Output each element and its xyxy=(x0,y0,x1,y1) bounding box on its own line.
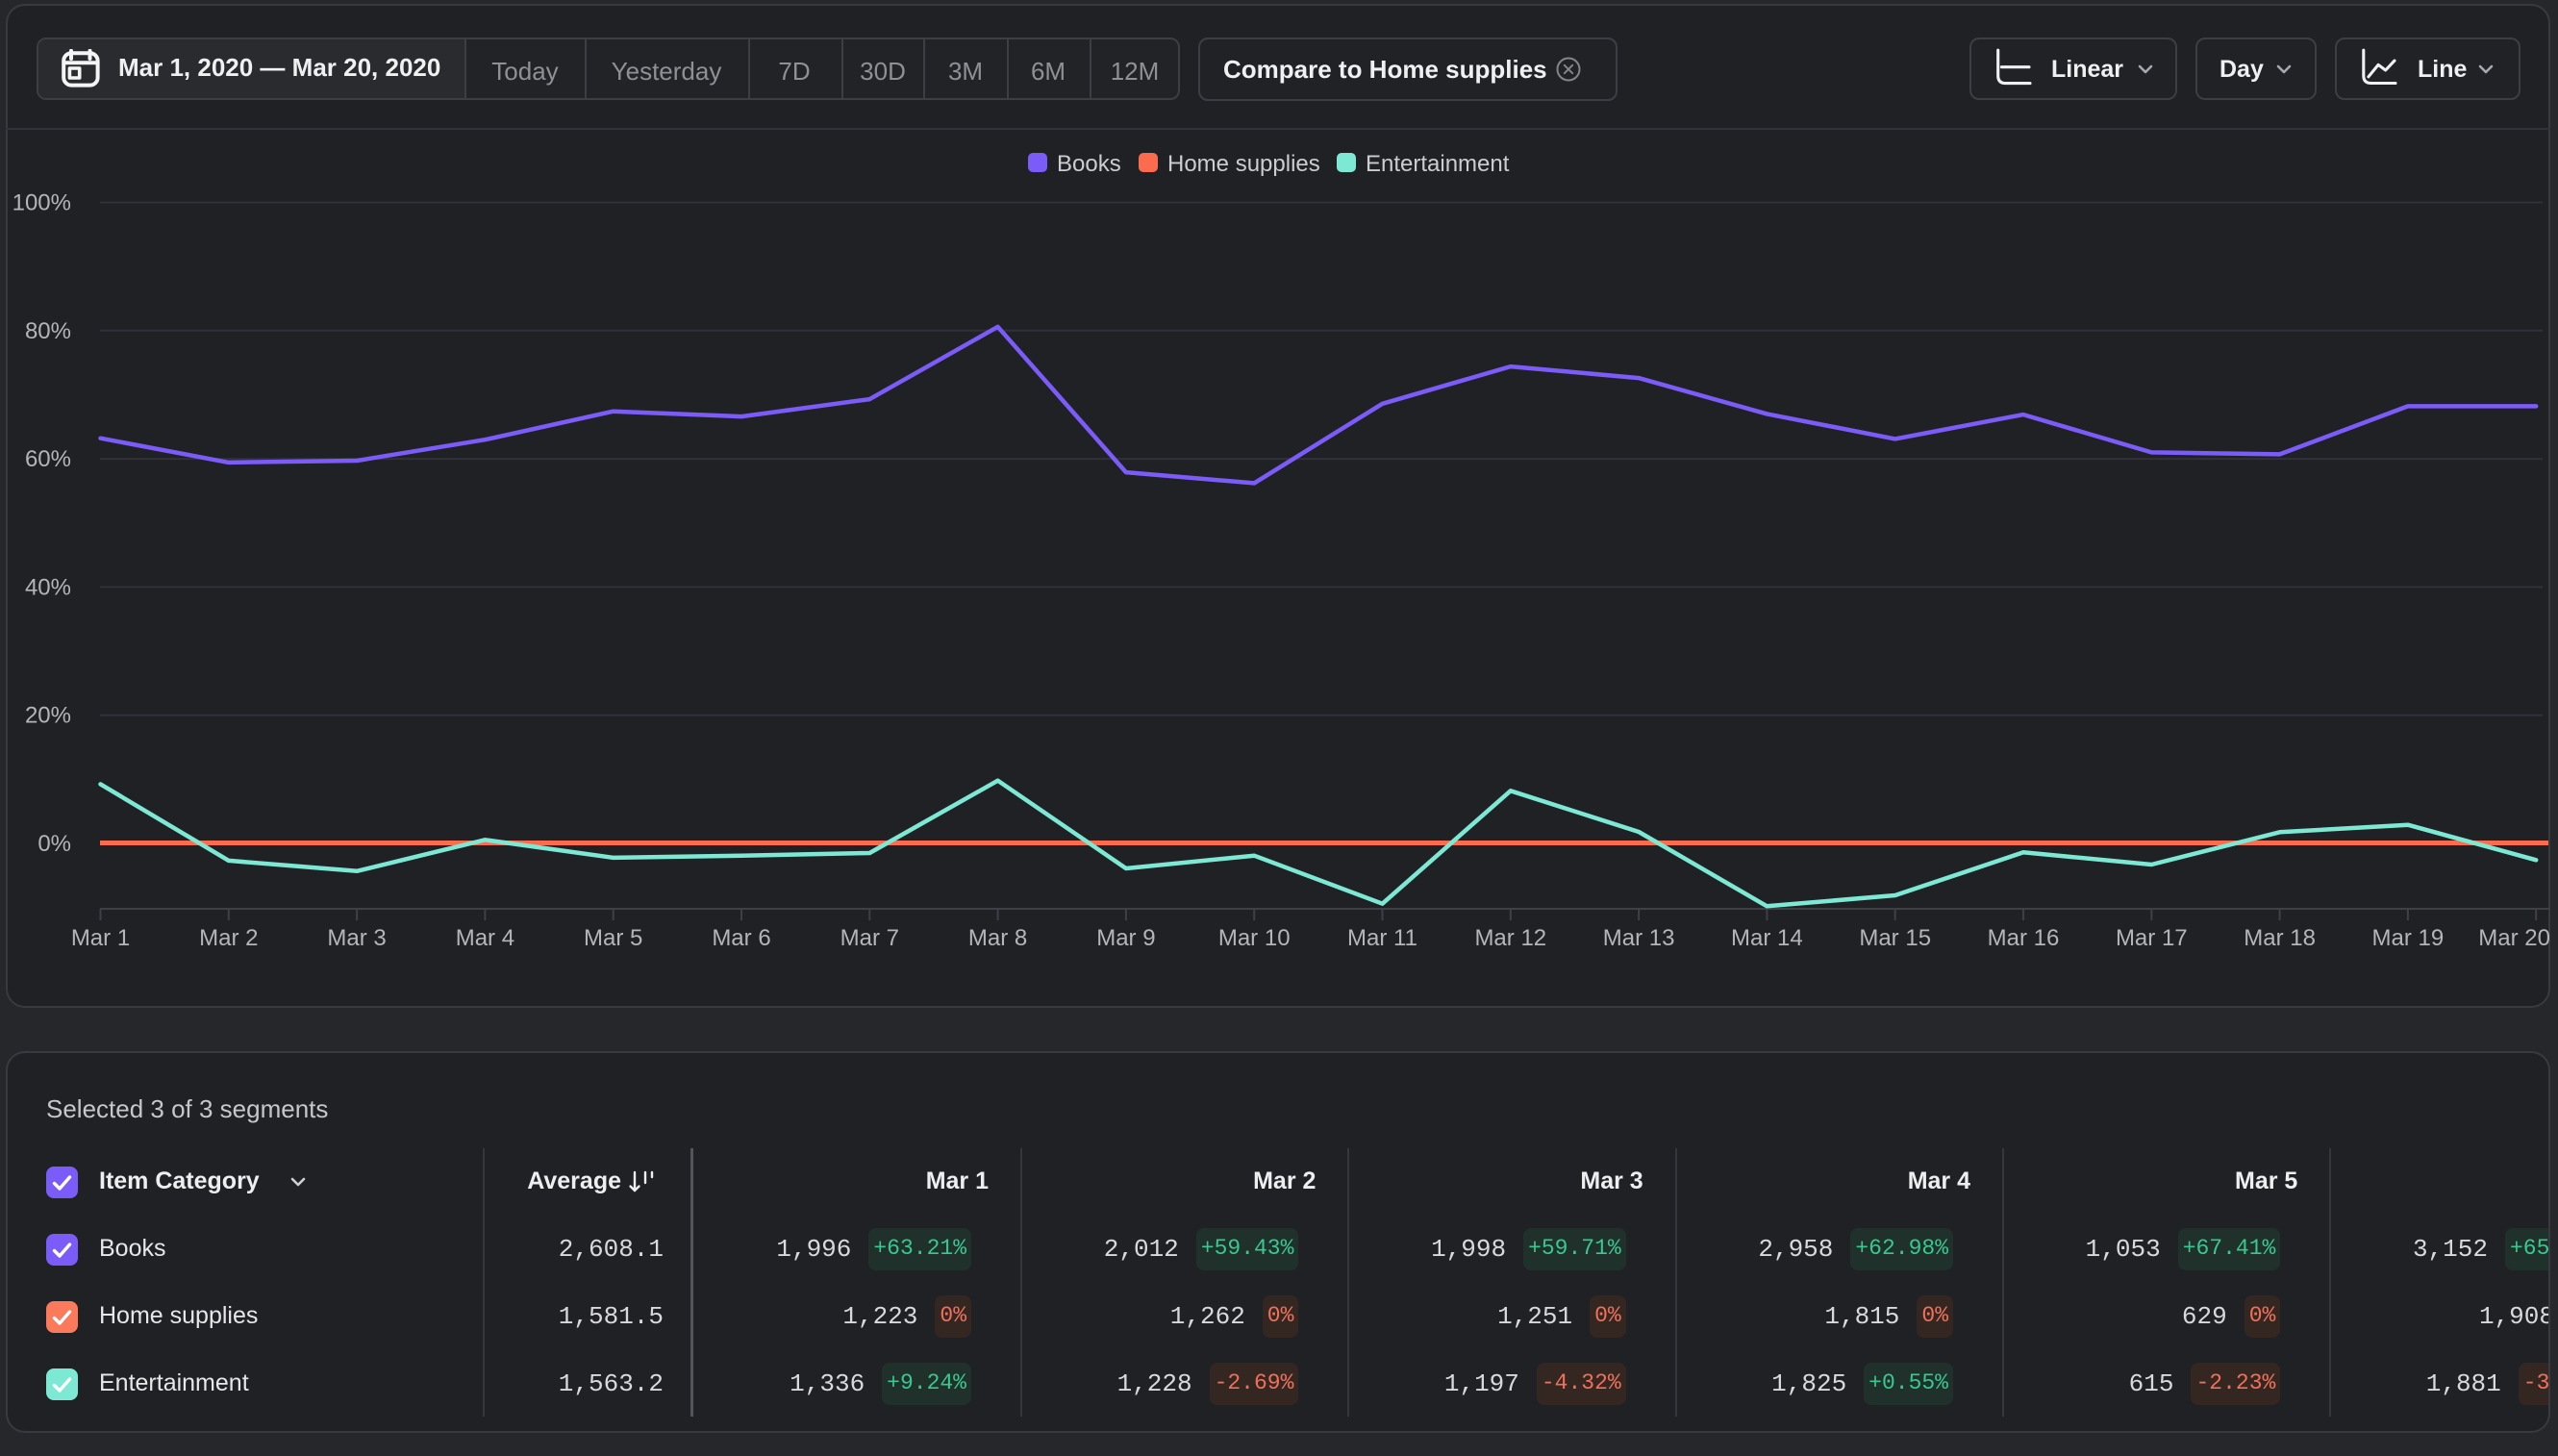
svg-text:40%: 40% xyxy=(25,574,71,600)
svg-text:Mar 10: Mar 10 xyxy=(1218,925,1291,951)
svg-text:Mar 7: Mar 7 xyxy=(840,925,899,951)
svg-text:Mar 6: Mar 6 xyxy=(712,925,770,951)
svg-text:Mar 1: Mar 1 xyxy=(71,925,130,951)
svg-text:0%: 0% xyxy=(38,831,71,857)
svg-text:80%: 80% xyxy=(25,318,71,344)
svg-text:Mar 19: Mar 19 xyxy=(2372,925,2445,951)
svg-text:Mar 16: Mar 16 xyxy=(1988,925,2060,951)
svg-text:100%: 100% xyxy=(13,190,71,216)
svg-text:Mar 5: Mar 5 xyxy=(584,925,642,951)
svg-text:Mar 14: Mar 14 xyxy=(1731,925,1803,951)
svg-text:Mar 9: Mar 9 xyxy=(1096,925,1155,951)
svg-text:Mar 20: Mar 20 xyxy=(2478,925,2550,951)
svg-text:Mar 18: Mar 18 xyxy=(2244,925,2316,951)
svg-text:Mar 4: Mar 4 xyxy=(456,925,514,951)
svg-text:Mar 13: Mar 13 xyxy=(1603,925,1675,951)
svg-text:Mar 15: Mar 15 xyxy=(1859,925,1931,951)
svg-text:Mar 3: Mar 3 xyxy=(327,925,386,951)
svg-text:Mar 17: Mar 17 xyxy=(2116,925,2188,951)
svg-text:60%: 60% xyxy=(25,446,71,472)
svg-text:Mar 11: Mar 11 xyxy=(1347,925,1417,951)
svg-text:Mar 8: Mar 8 xyxy=(968,925,1027,951)
svg-text:Mar 12: Mar 12 xyxy=(1474,925,1546,951)
svg-text:Mar 2: Mar 2 xyxy=(199,925,258,951)
svg-text:20%: 20% xyxy=(25,703,71,729)
